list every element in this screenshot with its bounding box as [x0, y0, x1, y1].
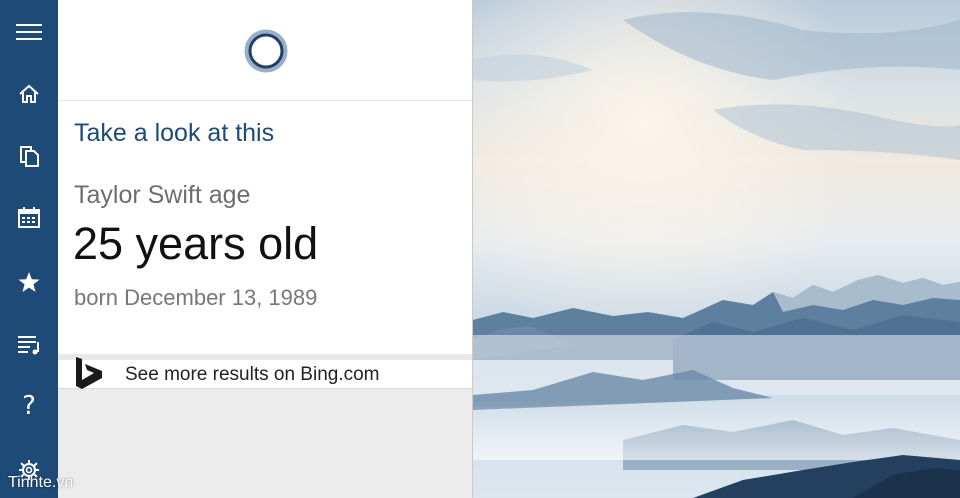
watermark: Tinhte.vn: [8, 474, 74, 491]
cortana-ring-icon[interactable]: [244, 29, 288, 73]
bing-results-link[interactable]: See more results on Bing.com: [58, 357, 472, 389]
hamburger-menu-button[interactable]: [0, 12, 58, 52]
desktop-wallpaper: [473, 0, 960, 498]
bing-link-label: See more results on Bing.com: [125, 364, 380, 385]
home-icon: [19, 84, 39, 103]
calendar-icon: [18, 207, 40, 228]
hamburger-icon: [16, 24, 42, 40]
favorites-button[interactable]: [0, 262, 58, 302]
cortana-panel: Take a look at this Taylor Swift age 25 …: [58, 0, 473, 498]
card-heading: Take a look at this: [74, 119, 275, 147]
bing-logo-icon: [76, 357, 102, 389]
notebook-icon: [20, 146, 39, 167]
home-button[interactable]: [0, 74, 58, 114]
query-text: Taylor Swift age: [74, 181, 251, 209]
calendar-button[interactable]: [0, 198, 58, 238]
notebook-button[interactable]: [0, 136, 58, 176]
help-button[interactable]: ?: [0, 386, 58, 426]
answer-text: 25 years old: [73, 218, 319, 269]
mountain-landscape-image: [473, 0, 960, 498]
cortana-header: [58, 0, 472, 101]
birthdate-text: born December 13, 1989: [74, 285, 318, 310]
star-icon: [18, 272, 40, 292]
nav-rail: ?: [0, 0, 58, 498]
music-list-icon: [18, 336, 39, 355]
answer-card: Take a look at this Taylor Swift age 25 …: [58, 101, 472, 354]
help-icon: ?: [22, 391, 36, 421]
music-button[interactable]: [0, 324, 58, 364]
